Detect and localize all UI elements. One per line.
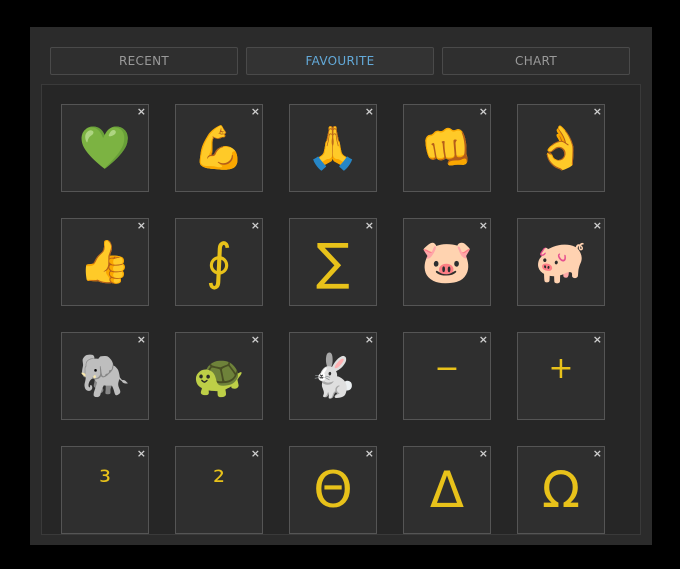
favourite-symbol-plus[interactable]: + × [517, 332, 605, 420]
turtle-icon: 🐢 [192, 351, 246, 400]
green-heart-icon: 💚 [78, 123, 132, 172]
remove-favourite-close-icon[interactable]: × [479, 334, 488, 345]
favourite-symbol-contour-integral[interactable]: ∮ × [175, 218, 263, 306]
remove-favourite-close-icon[interactable]: × [593, 220, 602, 231]
remove-favourite-close-icon[interactable]: × [251, 220, 260, 231]
omega-icon: Ω [541, 461, 581, 519]
plus-icon: + [548, 351, 574, 386]
tab-bar: RECENT FAVOURITE CHART [50, 47, 632, 77]
favourites-grid: 💚 × 💪 × 🙏 × 👊 × 👌 × 👍 × ∮ × ∑ × 🐷 × 🐖 × 🐘 × 🐢 × 🐇 × − × + × ³ × ² × Θ × Δ × Ω × [61, 104, 605, 534]
remove-favourite-close-icon[interactable]: × [593, 448, 602, 459]
remove-favourite-close-icon[interactable]: × [365, 448, 374, 459]
tab-favourite[interactable]: FAVOURITE [246, 47, 434, 75]
favourite-symbol-delta[interactable]: Δ × [403, 446, 491, 534]
remove-favourite-close-icon[interactable]: × [365, 220, 374, 231]
remove-favourite-close-icon[interactable]: × [479, 448, 488, 459]
elephant-icon: 🐘 [78, 351, 132, 400]
remove-favourite-close-icon[interactable]: × [137, 334, 146, 345]
favourite-symbol-minus[interactable]: − × [403, 332, 491, 420]
symbol-picker-panel: RECENT FAVOURITE CHART 💚 × 💪 × 🙏 × 👊 × 👌 × 👍 × ∮ × ∑ × 🐷… [30, 27, 652, 545]
ok-hand-icon: 👌 [534, 123, 588, 172]
remove-favourite-close-icon[interactable]: × [137, 106, 146, 117]
favourite-symbol-flexed-biceps[interactable]: 💪 × [175, 104, 263, 192]
minus-icon: − [434, 351, 460, 386]
favourite-symbol-turtle[interactable]: 🐢 × [175, 332, 263, 420]
superscript-three-icon: ³ [98, 465, 112, 500]
pig-icon: 🐖 [534, 237, 588, 286]
favourite-symbol-pig-face[interactable]: 🐷 × [403, 218, 491, 306]
contour-integral-icon: ∮ [205, 233, 233, 291]
pig-face-icon: 🐷 [420, 237, 474, 286]
favourite-symbol-folded-hands[interactable]: 🙏 × [289, 104, 377, 192]
favourite-symbol-thumbs-up[interactable]: 👍 × [61, 218, 149, 306]
favourite-symbol-rabbit[interactable]: 🐇 × [289, 332, 377, 420]
theta-icon: Θ [313, 461, 353, 519]
summation-icon: ∑ [316, 233, 350, 291]
remove-favourite-close-icon[interactable]: × [365, 334, 374, 345]
favourite-symbol-ok-hand[interactable]: 👌 × [517, 104, 605, 192]
favourite-symbol-superscript-two[interactable]: ² × [175, 446, 263, 534]
favourite-symbol-elephant[interactable]: 🐘 × [61, 332, 149, 420]
favourite-symbol-green-heart[interactable]: 💚 × [61, 104, 149, 192]
tab-chart[interactable]: CHART [442, 47, 630, 75]
remove-favourite-close-icon[interactable]: × [137, 220, 146, 231]
favourite-symbol-summation[interactable]: ∑ × [289, 218, 377, 306]
favourites-grid-area: 💚 × 💪 × 🙏 × 👊 × 👌 × 👍 × ∮ × ∑ × 🐷 × 🐖 × 🐘 × 🐢 × 🐇 × − × + × ³ × ² × Θ × Δ × Ω × [41, 84, 641, 535]
remove-favourite-close-icon[interactable]: × [479, 106, 488, 117]
thumbs-up-icon: 👍 [78, 237, 132, 286]
favourite-symbol-oncoming-fist[interactable]: 👊 × [403, 104, 491, 192]
favourite-symbol-theta[interactable]: Θ × [289, 446, 377, 534]
oncoming-fist-icon: 👊 [420, 123, 474, 172]
favourite-symbol-pig[interactable]: 🐖 × [517, 218, 605, 306]
remove-favourite-close-icon[interactable]: × [593, 106, 602, 117]
remove-favourite-close-icon[interactable]: × [365, 106, 374, 117]
tab-recent[interactable]: RECENT [50, 47, 238, 75]
remove-favourite-close-icon[interactable]: × [479, 220, 488, 231]
rabbit-icon: 🐇 [306, 351, 360, 400]
delta-icon: Δ [429, 461, 465, 519]
flexed-biceps-icon: 💪 [192, 123, 246, 172]
superscript-two-icon: ² [212, 465, 226, 500]
remove-favourite-close-icon[interactable]: × [251, 334, 260, 345]
remove-favourite-close-icon[interactable]: × [251, 106, 260, 117]
remove-favourite-close-icon[interactable]: × [593, 334, 602, 345]
folded-hands-icon: 🙏 [306, 123, 360, 172]
favourite-symbol-superscript-three[interactable]: ³ × [61, 446, 149, 534]
favourite-symbol-omega[interactable]: Ω × [517, 446, 605, 534]
remove-favourite-close-icon[interactable]: × [137, 448, 146, 459]
remove-favourite-close-icon[interactable]: × [251, 448, 260, 459]
